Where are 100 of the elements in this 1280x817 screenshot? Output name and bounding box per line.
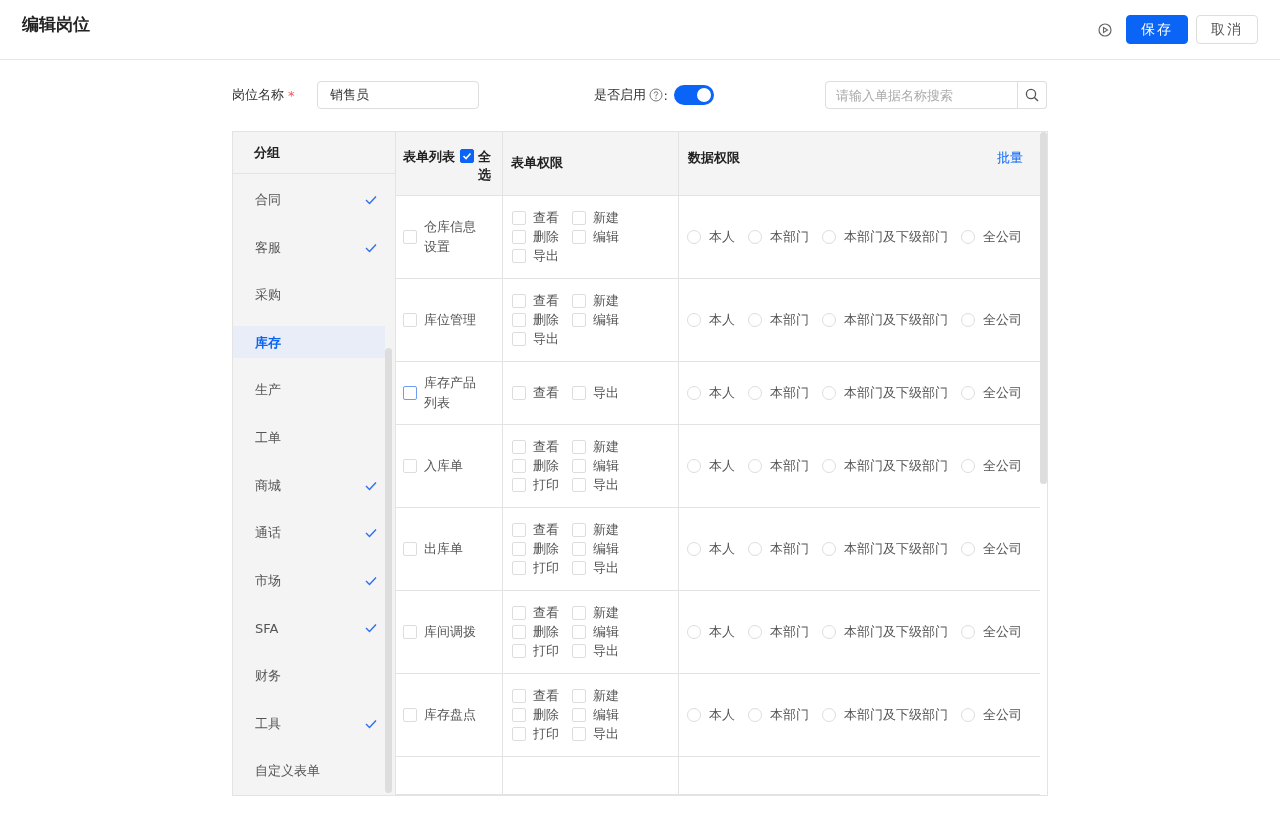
checkbox[interactable]: [403, 386, 417, 400]
permission-label: 删除: [533, 623, 559, 642]
scope-label: 本部门及下级部门: [844, 540, 948, 559]
radio-button[interactable]: [822, 625, 836, 640]
help-icon: [648, 88, 663, 102]
colon: :: [663, 87, 668, 103]
radio-button[interactable]: [822, 459, 836, 474]
permission-label: 打印: [533, 642, 559, 661]
permission-label: 新建: [593, 291, 619, 310]
permission-label: 导出: [533, 329, 559, 348]
scope-label: 本人: [709, 457, 735, 476]
scope-label: 全公司: [983, 623, 1022, 642]
radio-button[interactable]: [961, 625, 975, 640]
group-item[interactable]: 财务: [233, 652, 385, 700]
radio-button[interactable]: [748, 542, 762, 557]
permission-label: 导出: [593, 642, 619, 661]
radio-button[interactable]: [822, 229, 836, 244]
permission-label: 打印: [533, 476, 559, 495]
radio-button[interactable]: [687, 625, 701, 640]
form-name: 库存盘点: [424, 705, 477, 724]
name-field[interactable]: 销售员: [316, 81, 479, 109]
permission-label: 编辑: [593, 310, 619, 329]
permission-label: 删除: [533, 310, 559, 329]
radio-button[interactable]: [822, 707, 836, 722]
form-name: 库存产品列表: [424, 374, 477, 412]
scrollbar[interactable]: [385, 348, 392, 793]
check-icon: [365, 528, 377, 539]
scope-label: 本人: [709, 540, 735, 559]
checkbox[interactable]: [459, 149, 474, 163]
group-item[interactable]: 合同: [233, 176, 385, 224]
group-item[interactable]: 生产: [233, 366, 385, 415]
check-icon: [365, 480, 377, 491]
permission-label: 新建: [593, 438, 619, 457]
radio-button[interactable]: [961, 542, 975, 557]
permission-label: 查看: [533, 521, 559, 540]
radio-button[interactable]: [961, 229, 975, 244]
check-icon: [365, 623, 377, 634]
radio-button[interactable]: [687, 707, 701, 722]
scope-label: 本部门及下级部门: [844, 705, 948, 724]
radio-button[interactable]: [961, 312, 975, 327]
select-all-label: 全选: [478, 148, 492, 184]
required-mark: *: [288, 87, 295, 103]
radio-button[interactable]: [687, 542, 701, 557]
check-icon: [365, 195, 377, 206]
group-item[interactable]: 采购: [233, 271, 385, 320]
play-icon[interactable]: [1098, 22, 1112, 37]
form-name: 库位管理: [424, 310, 477, 329]
search-field[interactable]: 请输入单据名称搜索: [825, 81, 1018, 109]
radio-button[interactable]: [748, 312, 762, 327]
form-name: 入库单: [424, 457, 464, 476]
search-icon: [1025, 88, 1039, 102]
scope-label: 本部门: [770, 540, 809, 559]
scope-label: 本人: [709, 384, 735, 402]
radio-button[interactable]: [748, 707, 762, 722]
scope-label: 全公司: [983, 227, 1022, 246]
search-button[interactable]: [1018, 81, 1047, 109]
scope-label: 本部门: [770, 227, 809, 246]
radio-button[interactable]: [822, 312, 836, 327]
scope-label: 本部门及下级部门: [844, 457, 948, 476]
scope-label: 全公司: [983, 457, 1022, 476]
permission-label: 导出: [593, 559, 619, 578]
radio-button[interactable]: [687, 229, 701, 244]
radio-button[interactable]: [748, 625, 762, 640]
radio-button[interactable]: [822, 542, 836, 557]
group-item[interactable]: 工具: [233, 699, 385, 748]
check-icon: [365, 575, 377, 586]
radio-button[interactable]: [687, 386, 701, 400]
field-label: 岗位名称: [232, 86, 284, 104]
radio-button[interactable]: [961, 386, 975, 400]
group-item[interactable]: 工单: [233, 414, 385, 462]
permission-label: 导出: [533, 246, 559, 265]
permission-label: 编辑: [593, 540, 619, 559]
scope-label: 全公司: [983, 705, 1022, 724]
group-item[interactable]: 自定义表单: [233, 747, 385, 795]
radio-button[interactable]: [748, 386, 762, 400]
group-item[interactable]: 市场: [233, 557, 385, 605]
group-item[interactable]: 通话: [233, 509, 385, 558]
radio-button[interactable]: [687, 312, 701, 327]
save-button[interactable]: 保存: [1126, 15, 1188, 44]
batch-link[interactable]: 批量: [997, 149, 1023, 167]
radio-button[interactable]: [748, 229, 762, 244]
permission-label: 导出: [593, 476, 619, 495]
scrollbar[interactable]: [1040, 132, 1047, 484]
permission-label: 编辑: [593, 227, 619, 246]
scope-label: 本人: [709, 623, 735, 642]
radio-button[interactable]: [961, 707, 975, 722]
permission-label: 新建: [593, 604, 619, 623]
radio-button[interactable]: [748, 459, 762, 474]
toggle-switch[interactable]: [673, 85, 714, 105]
group-item[interactable]: 客服: [233, 223, 385, 272]
scope-label: 本部门: [770, 623, 809, 642]
radio-button[interactable]: [687, 459, 701, 474]
radio-button[interactable]: [822, 386, 836, 400]
radio-button[interactable]: [961, 459, 975, 474]
cancel-button[interactable]: 取消: [1196, 15, 1258, 44]
scope-label: 本人: [709, 705, 735, 724]
permission-label: 查看: [533, 686, 559, 705]
group-item[interactable]: 商城: [233, 461, 385, 510]
group-item[interactable]: SFA: [233, 604, 385, 653]
permission-label: 删除: [533, 227, 559, 246]
